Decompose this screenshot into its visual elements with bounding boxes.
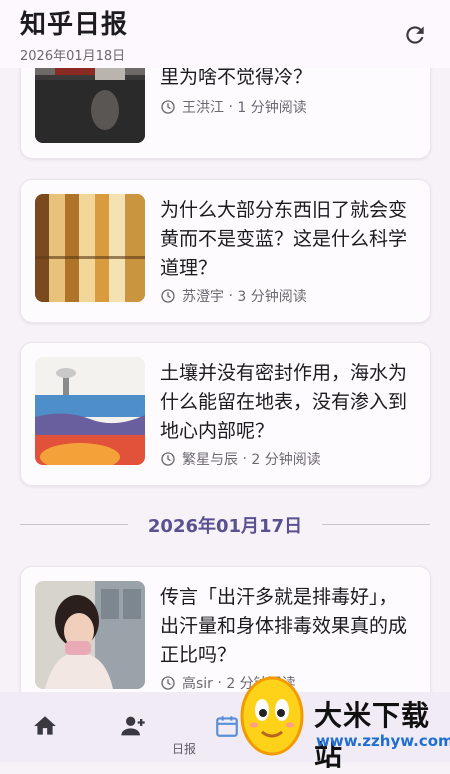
meta-separator: · [212, 675, 227, 691]
watermark: 大米下载站 www.zzhyw.com [234, 662, 450, 772]
article-title: 传言「出汗多就是排毒好」，出汗量和身体排毒效果真的成正比吗？ [160, 586, 408, 666]
meta-separator: · [224, 99, 238, 115]
article-card[interactable]: 土壤并没有密封作用，海水为什么能留在地表，没有渗入到地心内部呢？ 繁星与辰 · … [20, 342, 431, 486]
home-icon [27, 712, 63, 740]
article-feed[interactable]: 里为啥不觉得冷？ 王洪江 · 1 分钟阅读 为什么大部分东西旧了就会变黄而不是变… [0, 0, 450, 762]
date-divider: 2026年01月17日 [20, 508, 430, 542]
divider-line [322, 524, 430, 525]
nav-item-home[interactable] [0, 692, 90, 762]
article-read-time: 1 分钟阅读 [237, 100, 307, 116]
clock-icon [161, 452, 175, 466]
article-title: 土壤并没有密封作用，海水为什么能留在地表，没有渗入到地心内部呢？ [160, 362, 408, 442]
article-read-time: 3 分钟阅读 [237, 289, 307, 305]
article-read-time: 2 分钟阅读 [251, 452, 321, 468]
article-meta: 繁星与辰 · 2 分钟阅读 [160, 449, 321, 469]
nav-item-follow[interactable] [88, 692, 178, 762]
refresh-icon [406, 26, 424, 44]
article-meta: 苏澄宇 · 3 分钟阅读 [160, 286, 307, 306]
section-date: 2026年01月17日 [147, 516, 303, 537]
article-thumbnail [35, 194, 145, 302]
article-author: 王洪江 [182, 100, 224, 116]
article-author: 高sir [182, 676, 213, 692]
clock-icon [161, 289, 175, 303]
article-thumbnail [35, 581, 145, 689]
app-header: 知乎日报 2026年01月18日 [0, 0, 450, 68]
meta-separator: · [238, 451, 252, 467]
header-date: 2026年01月18日 [20, 49, 126, 64]
meta-separator: · [224, 288, 238, 304]
article-card[interactable]: 为什么大部分东西旧了就会变黄而不是变蓝？这是什么科学道理？ 苏澄宇 · 3 分钟… [20, 179, 431, 323]
article-author: 苏澄宇 [182, 289, 224, 305]
app-title: 知乎日报 [20, 10, 129, 40]
refresh-button[interactable] [398, 18, 432, 52]
article-thumbnail [35, 357, 145, 465]
article-author: 繁星与辰 [182, 452, 238, 468]
clock-icon [161, 100, 175, 114]
person-add-icon [115, 712, 151, 740]
mascot-logo [240, 676, 304, 756]
watermark-url: www.zzhyw.com [316, 732, 450, 750]
clock-icon [161, 676, 175, 690]
article-title: 为什么大部分东西旧了就会变黄而不是变蓝？这是什么科学道理？ [160, 199, 408, 279]
article-meta: 王洪江 · 1 分钟阅读 [160, 97, 307, 117]
